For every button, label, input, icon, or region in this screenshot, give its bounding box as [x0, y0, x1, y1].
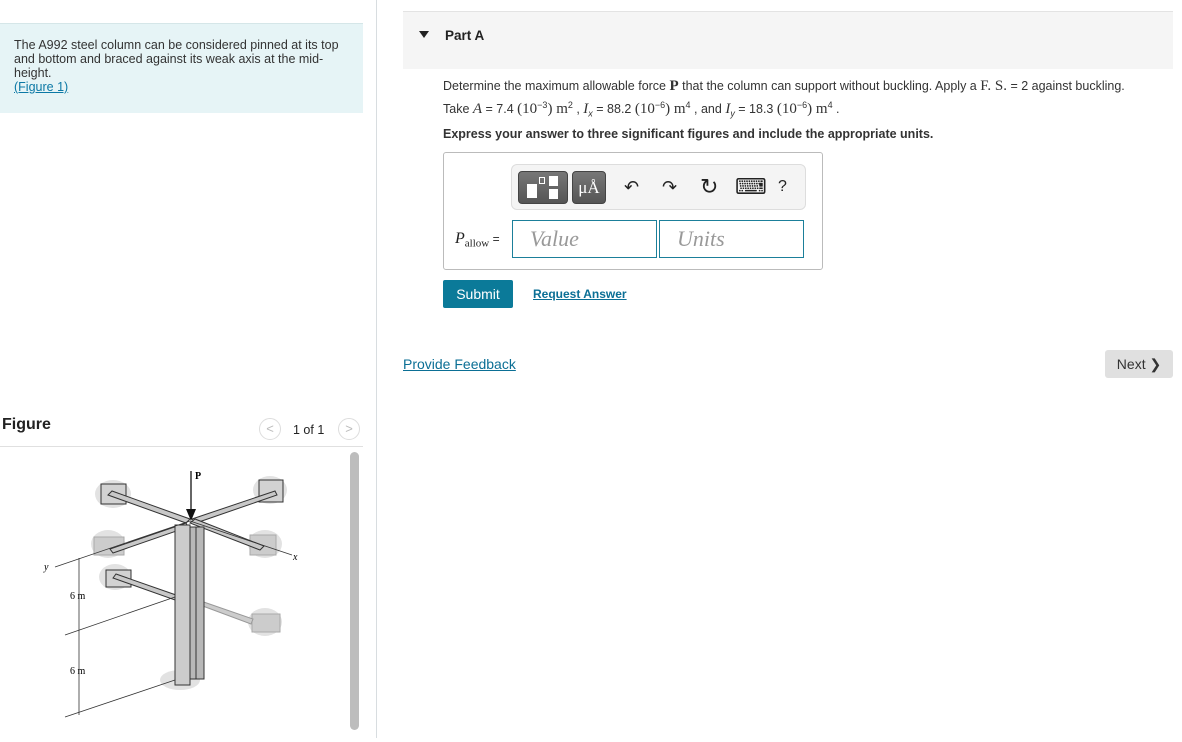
figure-scrollbar[interactable]: [350, 452, 359, 730]
figure-frame: P x y 6 m 6 m: [0, 446, 363, 738]
next-button[interactable]: Next ❯: [1105, 350, 1173, 378]
math-toolbar: μÅ ↶ ↷ ↻ ⌨ ?: [511, 164, 806, 210]
templates-icon: [527, 184, 537, 198]
figure-link[interactable]: (Figure 1): [14, 80, 68, 94]
column-figure: P x y 6 m 6 m: [43, 471, 298, 718]
label-y: y: [43, 562, 49, 573]
figure-next-button[interactable]: >: [338, 418, 360, 440]
keyboard-icon[interactable]: ⌨: [735, 174, 767, 200]
collapse-triangle-icon[interactable]: [419, 31, 429, 38]
question-line-1: Determine the maximum allowable force P …: [443, 78, 1125, 94]
label-p: P: [195, 471, 201, 482]
units-input[interactable]: Units: [659, 220, 804, 258]
redo-icon[interactable]: ↷: [662, 177, 677, 198]
submit-button[interactable]: Submit: [443, 280, 513, 308]
figure-title: Figure: [2, 416, 51, 433]
intro-text: The A992 steel column can be considered …: [14, 38, 339, 80]
part-a-header[interactable]: Part A: [403, 11, 1173, 69]
figure-pager: 1 of 1: [293, 423, 325, 437]
question-line-2: Take A = 7.4 (10−3) m2 , Ix = 88.2 (10−6…: [443, 100, 840, 119]
label-upper-span: 6 m: [70, 591, 86, 602]
problem-intro: The A992 steel column can be considered …: [0, 23, 363, 113]
value-input[interactable]: Value: [512, 220, 657, 258]
label-lower-span: 6 m: [70, 666, 86, 677]
help-icon[interactable]: ?: [778, 178, 787, 196]
figure-prev-button[interactable]: <: [259, 418, 281, 440]
provide-feedback-link[interactable]: Provide Feedback: [403, 356, 516, 372]
reset-icon[interactable]: ↻: [700, 174, 718, 200]
templates-button[interactable]: [518, 171, 568, 204]
instruction: Express your answer to three significant…: [443, 127, 934, 141]
undo-icon[interactable]: ↶: [624, 177, 639, 198]
label-x: x: [292, 552, 298, 563]
request-answer-link[interactable]: Request Answer: [533, 287, 627, 301]
answer-label: Pallow =: [455, 230, 500, 250]
part-label: Part A: [445, 28, 485, 43]
units-button[interactable]: μÅ: [572, 171, 606, 204]
panel-divider: [376, 0, 377, 738]
